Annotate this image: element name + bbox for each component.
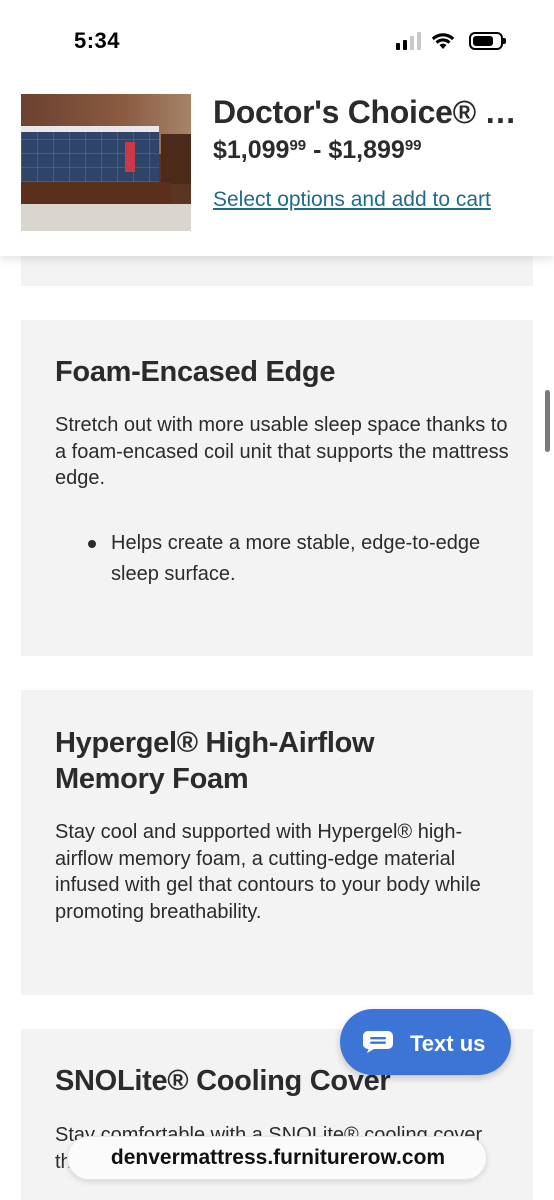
status-time: 5:34 <box>74 28 121 53</box>
feature-card-hypergel: Hypergel® High-Airflow Memory Foam Stay … <box>21 690 533 995</box>
text-us-button[interactable]: Text us <box>340 1009 511 1075</box>
battery-icon <box>469 32 506 50</box>
select-options-link[interactable]: Select options and add to cart <box>213 188 491 212</box>
price-low-cents: 99 <box>289 137 307 154</box>
feature-bullet-list: Helps create a more stable, edge-to-edge… <box>88 528 501 590</box>
feature-title: Foam-Encased Edge <box>55 356 336 388</box>
feature-description: Stay cool and supported with Hypergel® h… <box>55 821 481 923</box>
url-text: denvermattress.furniturerow.com <box>110 1146 446 1169</box>
mattress-product-thumbnail[interactable] <box>21 94 191 231</box>
price-high-cents: 99 <box>404 137 422 154</box>
price-low: $1,099 <box>213 136 290 164</box>
feature-bullet: Helps create a more stable, edge-to-edge… <box>88 528 501 590</box>
chat-bubble-icon <box>363 1031 393 1053</box>
feature-card-foam-edge: Foam-Encased Edge Stretch out with more … <box>21 320 533 656</box>
price-range: $1,09999 - $1,89999 <box>213 136 422 165</box>
product-title: Doctor's Choice® Plush Hybrid Mattress <box>213 94 533 130</box>
page-scrollbar[interactable] <box>545 390 550 452</box>
battery-level <box>473 36 493 46</box>
price-separator: - <box>306 136 329 164</box>
sticky-product-header: Doctor's Choice® Plush Hybrid Mattress $… <box>0 80 554 256</box>
status-icons <box>396 30 506 52</box>
feature-title: Hypergel® High-Airflow Memory Foam <box>55 727 375 795</box>
price-high: $1,899 <box>328 136 405 164</box>
wifi-icon <box>431 33 455 49</box>
text-us-label: Text us <box>410 1031 486 1056</box>
feature-description: Stretch out with more usable sleep space… <box>55 414 509 489</box>
cellular-signal-icon <box>396 32 421 50</box>
browser-address-bar[interactable]: denvermattress.furniturerow.com <box>67 1136 487 1180</box>
status-bar: 5:34 <box>0 0 554 80</box>
